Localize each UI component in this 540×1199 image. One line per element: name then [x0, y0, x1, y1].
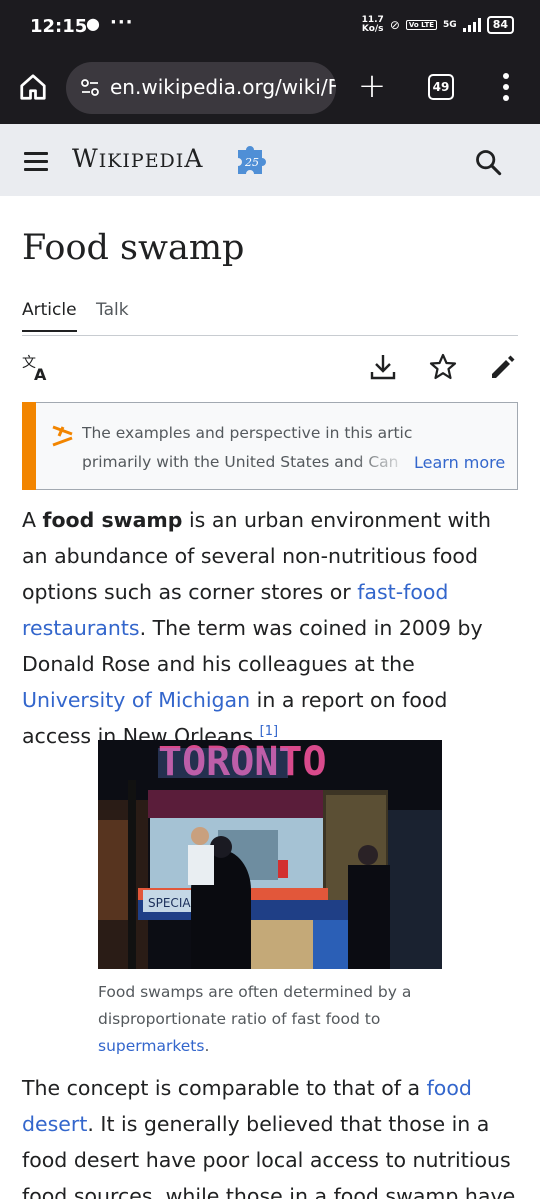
svg-text:A: A: [34, 365, 47, 382]
network-type: 5G: [443, 19, 457, 30]
anniversary-badge: 25: [244, 156, 259, 169]
globalize-notice: The examples and perspective in this art…: [22, 402, 518, 490]
address-bar[interactable]: en.wikipedia.org/wiki/F: [66, 62, 336, 114]
lead-text: A: [22, 508, 43, 532]
reference-1[interactable]: [1]: [260, 724, 278, 739]
battery-indicator: 84: [486, 16, 514, 34]
page-actions: 文 A: [22, 352, 518, 386]
para-text: The concept is comparable to that of a: [22, 1076, 427, 1100]
game-controller-icon: ●: [86, 14, 100, 33]
net-speed-unit: Ko/s: [361, 24, 384, 34]
alarm-off-icon: ⊘: [389, 18, 400, 32]
browser-toolbar: en.wikipedia.org/wiki/F + 49: [0, 52, 540, 124]
volte-badge: Vo LTE: [405, 20, 438, 30]
logo-final: A: [184, 144, 204, 173]
search-icon[interactable]: [474, 148, 502, 176]
download-icon[interactable]: [368, 352, 398, 382]
edit-pencil-icon[interactable]: [488, 352, 518, 382]
site-settings-icon[interactable]: [80, 78, 100, 98]
notice-text: The examples and perspective in this art…: [82, 424, 412, 442]
url-text: en.wikipedia.org/wiki/F: [110, 75, 336, 99]
tab-talk[interactable]: Talk: [96, 300, 129, 320]
supermarkets-link[interactable]: supermarkets: [98, 1037, 204, 1055]
anniversary-puzzle-icon: 25: [238, 146, 266, 174]
para-text: . It is generally believed that those in…: [22, 1112, 516, 1199]
home-icon[interactable]: [18, 72, 48, 102]
tab-article[interactable]: Article: [22, 300, 77, 332]
article-figure: SPECIAL TORONTO Food swamps are often de…: [98, 740, 442, 1060]
more-notifications-icon: ···: [110, 12, 134, 33]
signal-icon: [462, 18, 481, 32]
page-title: Food swamp: [22, 228, 245, 268]
body-paragraph: The concept is comparable to that of a f…: [22, 1070, 532, 1199]
wikipedia-logo[interactable]: WIKIPEDIA: [72, 144, 203, 173]
browser-menu-icon[interactable]: [498, 70, 514, 106]
food-stand-photo[interactable]: SPECIAL TORONTO: [98, 740, 442, 969]
status-bar: 12:15 ● ··· 11.7 Ko/s ⊘ Vo LTE 5G 84: [0, 0, 540, 52]
article-tabs: Article Talk: [22, 296, 518, 336]
watch-star-icon[interactable]: [428, 352, 458, 382]
status-time: 12:15: [30, 16, 88, 37]
special-sign-text: SPECIAL: [148, 896, 198, 910]
status-icons: 11.7 Ko/s ⊘ Vo LTE 5G 84: [362, 16, 514, 34]
notice-fade: [352, 447, 412, 477]
notice-accent-bar: [22, 402, 36, 490]
logo-initial: W: [72, 144, 99, 173]
lead-paragraph: A food swamp is an urban environment wit…: [22, 502, 522, 754]
lead-bold-term: food swamp: [42, 508, 183, 532]
caption-text-end: .: [204, 1037, 210, 1055]
tab-switcher-button[interactable]: 49: [428, 74, 454, 100]
university-link[interactable]: University of Michigan: [22, 688, 250, 712]
new-tab-button[interactable]: +: [356, 66, 388, 106]
caption-text: Food swamps are often determined by a di…: [98, 983, 412, 1028]
main-menu-icon[interactable]: [24, 152, 48, 171]
logo-middle: IKIPEDI: [98, 150, 185, 172]
learn-more-link[interactable]: Learn more: [414, 448, 505, 477]
language-icon[interactable]: 文 A: [22, 352, 52, 382]
figure-caption: Food swamps are often determined by a di…: [98, 979, 442, 1060]
scales-icon: [52, 425, 73, 447]
network-speed: 11.7 Ko/s: [362, 16, 384, 34]
wiki-header: WIKIPEDIA 25: [0, 124, 540, 196]
